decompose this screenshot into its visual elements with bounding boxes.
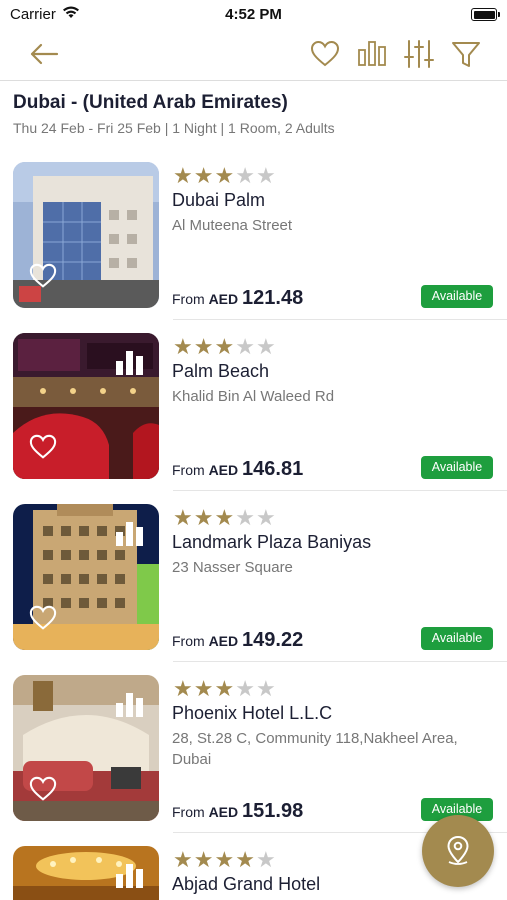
star-filled-icon: ★ [214,676,235,701]
gallery-bars-icon[interactable] [115,349,145,375]
status-bar: Carrier 4:52 PM [0,0,507,30]
availability-badge: Available [421,285,493,308]
star-filled-icon: ★ [173,163,193,188]
star-filled-icon: ★ [173,505,193,530]
hotel-price: From AED 146.81 [172,458,303,481]
star-filled-icon: ★ [193,163,214,188]
hotel-price: From AED 151.98 [172,800,303,823]
favorite-heart-icon[interactable] [28,775,58,803]
map-view-button[interactable] [422,815,494,887]
availability-badge: Available [421,627,493,650]
price-prefix: From [172,633,205,649]
price-amount: 151.98 [242,800,304,822]
star-rating: ★ ★ ★ ★ ★ [173,165,276,187]
hotel-name: Phoenix Hotel L.L.C [172,703,333,723]
divider [173,319,507,320]
star-filled-icon: ★ [193,676,214,701]
clock: 4:52 PM [225,6,282,23]
star-rating: ★ ★ ★ ★ ★ [173,336,276,358]
star-filled-icon: ★ [193,334,214,359]
hotel-address: 28, St.28 C, Community 118,Nakheel Area,… [172,730,458,768]
favorites-heart-icon[interactable] [309,38,341,70]
star-empty-icon: ★ [255,676,276,701]
star-filled-icon: ★ [214,847,235,872]
gallery-bars-icon[interactable] [115,862,145,888]
star-rating: ★ ★ ★ ★ ★ [173,849,276,871]
price-prefix: From [172,462,205,478]
star-rating: ★ ★ ★ ★ ★ [173,678,276,700]
star-filled-icon: ★ [173,334,193,359]
price-amount: 149.22 [242,629,304,651]
star-empty-icon: ★ [235,505,255,530]
star-empty-icon: ★ [255,163,276,188]
hotel-address: Khalid Bin Al Waleed Rd [172,388,335,405]
hotel-price: From AED 149.22 [172,629,303,652]
hotel-photo[interactable] [13,675,159,821]
price-currency: AED [208,633,239,649]
price-amount: 121.48 [242,287,304,309]
destination-title: Dubai - (United Arab Emirates) [13,92,288,113]
price-currency: AED [208,462,239,478]
hotel-card[interactable]: ★ ★ ★ ★ ★ Palm Beach Khalid Bin Al Waleed Rd… [13,333,507,493]
price-currency: AED [208,804,239,820]
favorite-heart-icon[interactable] [28,262,58,290]
star-filled-icon: ★ [173,847,193,872]
star-empty-icon: ★ [255,505,276,530]
back-arrow-icon[interactable] [28,38,60,70]
star-empty-icon: ★ [235,334,255,359]
favorite-heart-icon[interactable] [28,604,58,632]
price-prefix: From [172,291,205,307]
divider [173,490,507,491]
hotel-photo[interactable] [13,333,159,479]
hotel-card[interactable]: ★ ★ ★ ★ ★ Landmark Plaza Baniyas 23 Nasser S… [13,504,507,664]
hotel-name: Palm Beach [172,361,270,381]
star-empty-icon: ★ [235,163,255,188]
hotel-name: Dubai Palm [172,190,266,210]
star-filled-icon: ★ [235,847,255,872]
hotel-card[interactable]: ★ ★ ★ ★ ★ Dubai Palm Al Muteena Street From … [13,162,507,322]
hotel-photo[interactable] [13,162,159,308]
star-rating: ★ ★ ★ ★ ★ [173,507,276,529]
star-filled-icon: ★ [214,334,235,359]
hotel-photo[interactable] [13,846,159,900]
hotel-name: Abjad Grand Hotel [172,874,321,894]
hotel-address: 23 Nasser Square [172,559,293,576]
price-amount: 146.81 [242,458,304,480]
price-currency: AED [208,291,239,307]
hotel-address: Al Muteena Street [172,217,293,234]
star-filled-icon: ★ [173,676,193,701]
navigation-bar [0,30,507,81]
favorite-heart-icon[interactable] [28,433,58,461]
star-empty-icon: ★ [255,847,276,872]
battery-icon [471,8,500,21]
filter-funnel-icon[interactable] [450,38,482,70]
price-prefix: From [172,804,205,820]
search-summary: Thu 24 Feb - Fri 25 Feb | 1 Night | 1 Ro… [13,120,335,136]
sort-sliders-icon[interactable] [403,38,435,70]
hotel-photo[interactable] [13,504,159,650]
star-empty-icon: ★ [255,334,276,359]
hotel-name: Landmark Plaza Baniyas [172,532,372,552]
star-filled-icon: ★ [193,847,214,872]
hotel-price: From AED 121.48 [172,287,303,310]
star-filled-icon: ★ [214,505,235,530]
map-pin-icon [447,835,469,865]
compare-bars-icon[interactable] [356,38,388,70]
gallery-bars-icon[interactable] [115,520,145,546]
star-filled-icon: ★ [214,163,235,188]
star-empty-icon: ★ [235,676,255,701]
divider [173,661,507,662]
availability-badge: Available [421,456,493,479]
gallery-bars-icon[interactable] [115,691,145,717]
star-filled-icon: ★ [193,505,214,530]
hotel-card[interactable]: ★ ★ ★ ★ ★ Phoenix Hotel L.L.C 28, St.28 C, C… [13,675,507,835]
